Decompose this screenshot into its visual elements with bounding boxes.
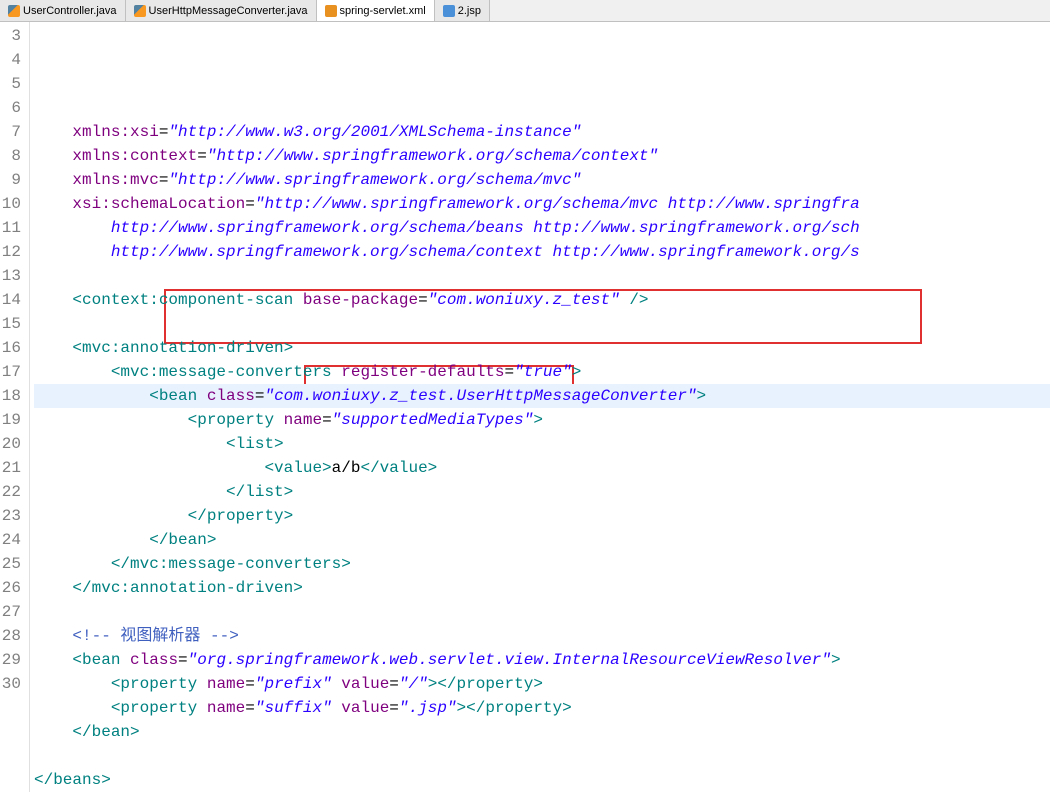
line-number: 13 [0,264,21,288]
code-line[interactable]: <bean class="org.springframework.web.ser… [34,648,1050,672]
line-number: 16 [0,336,21,360]
code-line[interactable]: </list> [34,480,1050,504]
tab-label: spring-servlet.xml [340,5,426,17]
code-line[interactable]: <property name="supportedMediaTypes"> [34,408,1050,432]
code-line[interactable]: <property name="suffix" value=".jsp"></p… [34,696,1050,720]
line-number: 30 [0,672,21,696]
code-line[interactable] [34,264,1050,288]
line-number: 19 [0,408,21,432]
line-number: 12 [0,240,21,264]
code-line[interactable]: </bean> [34,720,1050,744]
line-number: 20 [0,432,21,456]
code-line[interactable]: http://www.springframework.org/schema/co… [34,240,1050,264]
java-icon [8,5,20,17]
tab-label: 2.jsp [458,5,481,17]
code-line[interactable] [34,600,1050,624]
line-number: 4 [0,48,21,72]
line-number-gutter: 3456789101112131415161718192021222324252… [0,22,30,792]
line-number: 8 [0,144,21,168]
code-line[interactable]: <value>a/b</value> [34,456,1050,480]
line-number: 6 [0,96,21,120]
line-number: 18 [0,384,21,408]
code-line[interactable]: <list> [34,432,1050,456]
line-number: 27 [0,600,21,624]
line-number: 10 [0,192,21,216]
code-line[interactable]: http://www.springframework.org/schema/be… [34,216,1050,240]
xml-icon [325,5,337,17]
line-number: 23 [0,504,21,528]
code-line[interactable]: </mvc:message-converters> [34,552,1050,576]
code-line[interactable]: xsi:schemaLocation="http://www.springfra… [34,192,1050,216]
java-icon [134,5,146,17]
tab-spring-servlet-xml[interactable]: spring-servlet.xml [317,0,435,21]
tab-2jsp[interactable]: 2.jsp [435,0,490,21]
line-number: 5 [0,72,21,96]
line-number: 3 [0,24,21,48]
code-line[interactable]: xmlns:mvc="http://www.springframework.or… [34,168,1050,192]
editor-tabs: UserController.java UserHttpMessageConve… [0,0,1050,22]
line-number: 21 [0,456,21,480]
line-number: 14 [0,288,21,312]
line-number: 22 [0,480,21,504]
jsp-icon [443,5,455,17]
code-line[interactable]: <!-- 视图解析器 --> [34,624,1050,648]
line-number: 28 [0,624,21,648]
tab-userhttpmessageconverter[interactable]: UserHttpMessageConverter.java [126,0,317,21]
tab-label: UserController.java [23,5,117,17]
line-number: 7 [0,120,21,144]
line-number: 26 [0,576,21,600]
line-number: 17 [0,360,21,384]
line-number: 11 [0,216,21,240]
code-line[interactable]: <mvc:annotation-driven> [34,336,1050,360]
code-line[interactable]: <property name="prefix" value="/"></prop… [34,672,1050,696]
tab-label: UserHttpMessageConverter.java [149,5,308,17]
line-number: 9 [0,168,21,192]
code-line[interactable] [34,312,1050,336]
code-line[interactable] [34,744,1050,768]
code-line[interactable]: </bean> [34,528,1050,552]
line-number: 15 [0,312,21,336]
code-line[interactable]: xmlns:context="http://www.springframewor… [34,144,1050,168]
code-line[interactable]: </beans> [34,768,1050,792]
line-number: 29 [0,648,21,672]
code-line[interactable]: </property> [34,504,1050,528]
code-line[interactable]: <mvc:message-converters register-default… [34,360,1050,384]
code-line[interactable]: <bean class="com.woniuxy.z_test.UserHttp… [34,384,1050,408]
code-area[interactable]: xmlns:xsi="http://www.w3.org/2001/XMLSch… [30,22,1050,792]
code-line[interactable]: xmlns:xsi="http://www.w3.org/2001/XMLSch… [34,120,1050,144]
code-line[interactable]: <context:component-scan base-package="co… [34,288,1050,312]
code-line[interactable]: </mvc:annotation-driven> [34,576,1050,600]
code-editor[interactable]: 3456789101112131415161718192021222324252… [0,22,1050,792]
line-number: 25 [0,552,21,576]
tab-usercontroller[interactable]: UserController.java [0,0,126,21]
line-number: 24 [0,528,21,552]
